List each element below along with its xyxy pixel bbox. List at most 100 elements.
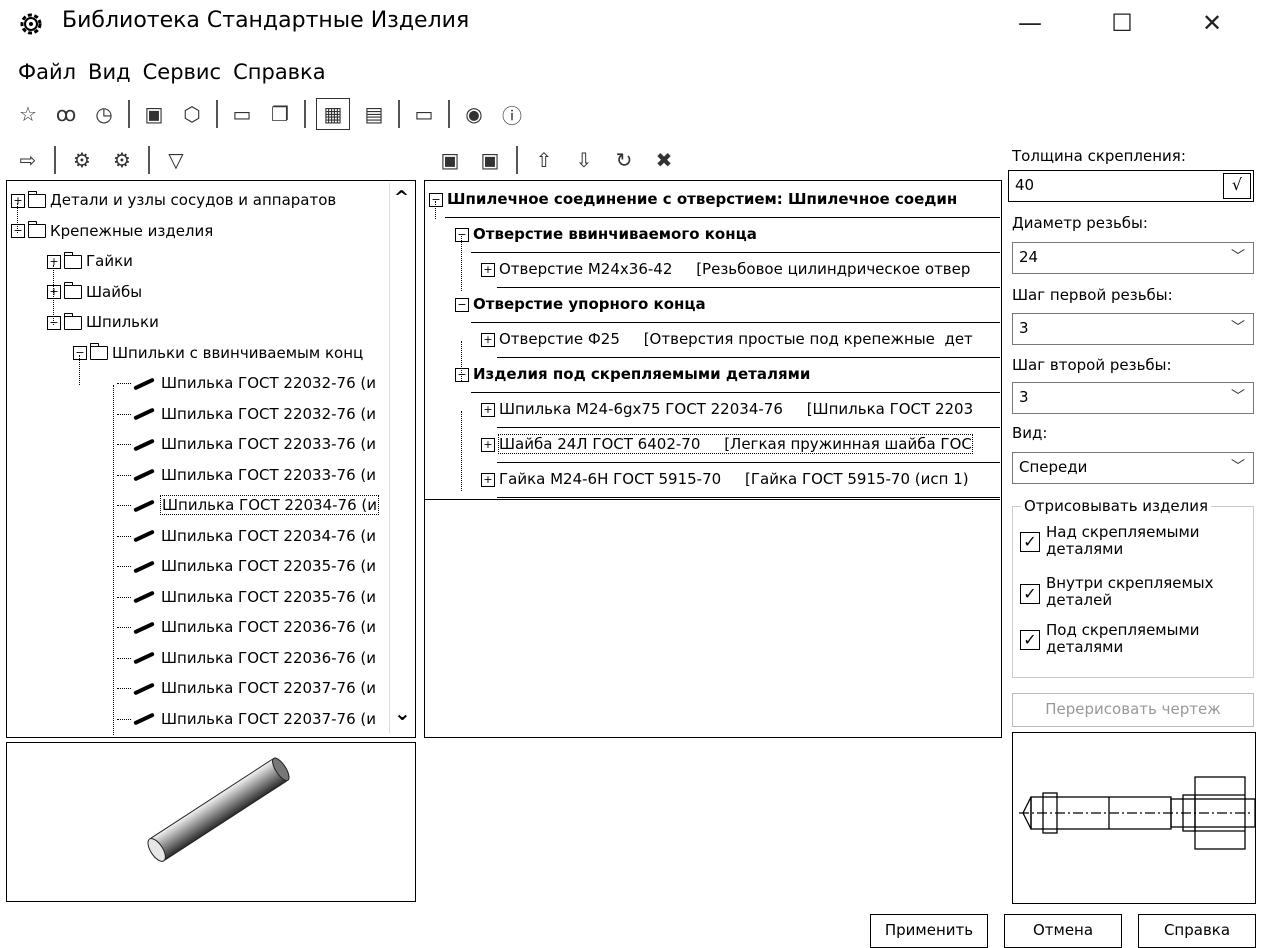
history-clock-icon[interactable]: ◷ — [90, 100, 118, 128]
expand-icon[interactable]: + — [481, 437, 495, 452]
scroll-down-icon[interactable]: ⌄ — [394, 701, 411, 725]
collapse-icon[interactable]: − — [429, 192, 443, 207]
expand-icon[interactable]: + — [481, 472, 495, 487]
composition-row-label: Шпилечное соединение с отверстием: Шпиле… — [447, 190, 958, 208]
composition-row-label: Шпилька М24-6gx75 ГОСТ 22034-76 [Шпилька… — [499, 400, 974, 418]
move-up-icon[interactable]: ⇧ — [530, 146, 558, 174]
pitch2-select[interactable]: 3 ﹀ — [1012, 382, 1254, 414]
save-as-icon[interactable]: ▣ — [476, 146, 504, 174]
binoculars-icon[interactable]: ꚙ — [52, 100, 80, 128]
collapse-icon[interactable]: − — [455, 297, 469, 312]
composition-row[interactable]: + Отверстие М24х36-42 [Резьбовое цилиндри… — [481, 254, 970, 284]
scroll-up-icon[interactable]: ^ — [394, 187, 409, 208]
checkbox-above[interactable]: ✓ — [1020, 532, 1040, 552]
composition-row[interactable]: − Отверстие упорного конца — [455, 289, 706, 319]
tree-item[interactable]: Шпилька ГОСТ 22037-76 (и — [117, 706, 376, 732]
tree-item[interactable]: Шпилька ГОСТ 22037-76 (и — [117, 675, 376, 701]
expand-icon[interactable]: + — [481, 262, 495, 277]
tree-connector — [117, 413, 131, 415]
properties-icon[interactable]: ▭ — [228, 100, 256, 128]
tree-item[interactable]: Шпилька ГОСТ 22036-76 (и — [117, 614, 376, 640]
redraw-button[interactable]: Перерисовать чертеж — [1012, 693, 1254, 727]
composition-row[interactable]: + Отверстие Ф25 [Отверстия простые под кр… — [481, 324, 973, 354]
menu-help[interactable]: Справка — [233, 60, 326, 90]
cancel-button[interactable]: Отмена — [1004, 914, 1122, 948]
favorites-icon[interactable]: ☆ — [14, 100, 42, 128]
composition-row[interactable]: − Отверстие ввинчиваемого конца — [455, 219, 757, 249]
pitch1-select[interactable]: 3 ﹀ — [1012, 313, 1254, 345]
tree-item[interactable]: − Шпильки — [47, 309, 159, 335]
expand-icon[interactable]: + — [481, 332, 495, 347]
expand-icon[interactable]: + — [47, 285, 61, 299]
filter-icon[interactable]: ▽ — [162, 146, 190, 174]
list-icon[interactable]: ▭ — [410, 100, 438, 128]
composition-row[interactable]: + Шайба 24Л ГОСТ 6402-70 [Легкая пружинна… — [481, 429, 973, 459]
folder-icon — [28, 190, 46, 208]
composition-row[interactable]: + Шпилька М24-6gx75 ГОСТ 22034-76 [Шпильк… — [481, 394, 973, 424]
toolbar-separator — [216, 100, 218, 128]
menu-service[interactable]: Сервис — [143, 60, 221, 90]
menu-file[interactable]: Файл — [18, 60, 76, 90]
info-icon[interactable]: ⓘ — [498, 100, 526, 128]
view-select[interactable]: Спереди ﹀ — [1012, 452, 1254, 484]
tree-item[interactable]: Шпилька ГОСТ 22035-76 (и — [117, 553, 376, 579]
collapse-icon[interactable]: − — [455, 367, 469, 382]
minimize-button[interactable]: — — [1000, 0, 1060, 46]
maximize-button[interactable]: ☐ — [1092, 0, 1152, 46]
menu-view[interactable]: Вид — [88, 60, 131, 90]
move-down-icon[interactable]: ⇩ — [570, 146, 598, 174]
composition-row-label: Отверстие ввинчиваемого конца — [473, 225, 757, 243]
close-button[interactable]: ✕ — [1182, 0, 1242, 46]
composition-row[interactable]: − Шпилечное соединение с отверстием: Шпил… — [429, 184, 957, 214]
thickness-field[interactable]: 40 √ — [1008, 170, 1254, 202]
tree-item-label: Шпильки — [86, 313, 159, 331]
windows-icon[interactable]: ❐ — [266, 100, 294, 128]
nut-icon[interactable]: ⬡ — [178, 100, 206, 128]
save-icon[interactable]: ▣ — [436, 146, 464, 174]
expand-icon[interactable]: + — [47, 254, 61, 269]
checkbox-inside[interactable]: ✓ — [1020, 584, 1040, 604]
collapse-icon[interactable]: − — [47, 315, 61, 330]
diameter-select[interactable]: 24 ﹀ — [1012, 242, 1254, 274]
tree-item[interactable]: Шпилька ГОСТ 22032-76 (и — [117, 370, 376, 396]
parts-icon[interactable]: ⚙ — [68, 146, 96, 174]
tree-item[interactable]: − Шпильки с ввинчиваемым конц — [73, 340, 363, 366]
help-button[interactable]: Справка — [1138, 914, 1256, 948]
composition-row[interactable]: + Гайка М24-6Н ГОСТ 5915-70 [Гайка ГОСТ 5… — [481, 464, 969, 494]
export-icon[interactable]: ⇨ — [14, 146, 42, 174]
tree-item[interactable]: Шпилька ГОСТ 22036-76 (и — [117, 645, 376, 671]
tree-scrollbar[interactable]: ^ ⌄ — [389, 183, 414, 733]
refresh-icon[interactable]: ↻ — [610, 146, 638, 174]
tree-item-label: Шпилька ГОСТ 22036-76 (и — [161, 648, 376, 667]
tree-item[interactable]: Шпилька ГОСТ 22032-76 (и — [117, 401, 376, 427]
save-disk-icon[interactable]: ▣ — [140, 100, 168, 128]
expand-icon[interactable]: + — [481, 402, 495, 417]
thickness-apply-button[interactable]: √ — [1223, 173, 1251, 199]
tree-item[interactable]: − Крепежные изделия — [11, 218, 213, 244]
tree-item[interactable]: + Детали и узлы сосудов и аппаратов — [11, 187, 336, 213]
apply-button[interactable]: Применить — [870, 914, 988, 948]
composition-row[interactable]: − Изделия под скрепляемыми деталями — [455, 359, 810, 389]
tree-item[interactable]: + Шайбы — [47, 279, 142, 305]
checkbox-below[interactable]: ✓ — [1020, 630, 1040, 650]
expand-icon[interactable]: + — [11, 193, 25, 208]
table-view-icon[interactable]: ▤ — [360, 100, 388, 128]
tree-item[interactable]: + Гайки — [47, 248, 133, 274]
assembly-icon[interactable]: ⚙ — [108, 146, 136, 174]
composition-tree-panel: − Шпилечное соединение с отверстием: Шпил… — [424, 180, 1002, 738]
collapse-icon[interactable]: − — [455, 227, 469, 242]
help-icon[interactable]: ◉ — [460, 100, 488, 128]
chevron-down-icon: ﹀ — [1231, 389, 1245, 405]
tree-item[interactable]: Шпилька ГОСТ 22035-76 (и — [117, 584, 376, 610]
tree-connector — [53, 265, 54, 325]
delete-icon[interactable]: ✖ — [650, 146, 678, 174]
tree-item[interactable]: Шпилька ГОСТ 22034-76 (и — [117, 492, 379, 518]
tree-item[interactable]: Шпилька ГОСТ 22033-76 (и — [117, 462, 376, 488]
stud-preview-image — [147, 757, 290, 862]
grid-view-icon[interactable]: ▦ — [316, 98, 350, 130]
tree-item[interactable]: Шпилька ГОСТ 22033-76 (и — [117, 431, 376, 457]
collapse-icon[interactable]: − — [11, 224, 25, 238]
thickness-label: Толщина скрепления: — [1012, 147, 1186, 165]
collapse-icon[interactable]: − — [73, 346, 87, 360]
tree-item[interactable]: Шпилька ГОСТ 22034-76 (и — [117, 523, 376, 549]
